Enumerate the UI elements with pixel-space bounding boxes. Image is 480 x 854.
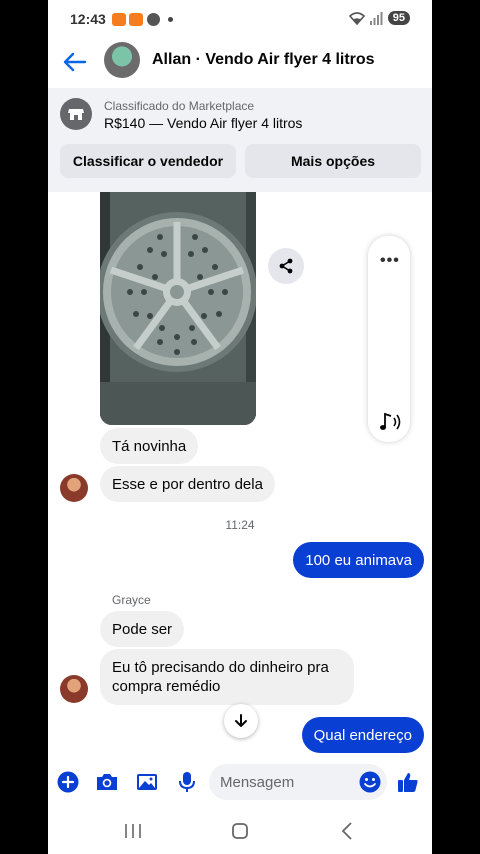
conversation-header: Allan · Vendo Air flyer 4 litros <box>48 38 432 86</box>
back-arrow-icon[interactable] <box>62 50 88 74</box>
image-icon[interactable] <box>135 770 159 794</box>
message-bubble-incoming[interactable]: Pode ser <box>100 611 185 647</box>
message-bubble-incoming[interactable]: Esse e por dentro dela <box>100 466 275 502</box>
message-composer <box>48 758 432 806</box>
emoji-icon[interactable] <box>358 770 382 794</box>
notification-app-icon <box>112 13 126 26</box>
phone-screen: 12:43 95 Allan · Vendo Air flyer 4 litro… <box>48 0 432 854</box>
system-navigation-bar <box>48 806 432 854</box>
share-button[interactable] <box>268 248 304 284</box>
status-time: 12:43 <box>70 11 106 27</box>
listing-title: R$140 — Vendo Air flyer 4 litros <box>104 115 303 131</box>
marketplace-store-icon <box>60 98 92 130</box>
scroll-to-bottom-button[interactable] <box>224 704 258 738</box>
message-bubble-incoming[interactable]: Tá novinha <box>100 428 199 464</box>
more-icon[interactable]: ••• <box>380 252 400 270</box>
status-right: 95 <box>348 11 410 25</box>
arrow-down-icon <box>235 714 247 727</box>
message-bubble-incoming[interactable]: Eu tô precisando do dinheiro pra compra … <box>100 649 354 705</box>
share-icon <box>279 258 293 274</box>
marketplace-listing-card[interactable]: Classificado do Marketplace R$140 — Vend… <box>48 88 432 192</box>
sender-avatar[interactable] <box>60 675 88 703</box>
marketplace-subtitle: Classificado do Marketplace <box>104 99 255 113</box>
audio-icon[interactable] <box>376 411 402 433</box>
home-icon[interactable] <box>228 820 252 842</box>
sender-avatar[interactable] <box>60 474 88 502</box>
camera-icon[interactable] <box>95 770 119 794</box>
message-timestamp: 11:24 <box>225 518 255 532</box>
plus-icon[interactable] <box>56 770 80 794</box>
like-icon[interactable] <box>396 770 420 794</box>
mic-icon[interactable] <box>175 770 199 794</box>
message-bubble-outgoing[interactable]: 100 eu animava <box>293 542 424 578</box>
media-actions-panel: ••• <box>368 236 410 442</box>
messenger-notification-icon <box>147 13 160 26</box>
conversation-title[interactable]: Allan · Vendo Air flyer 4 litros <box>152 51 375 69</box>
contact-avatar[interactable] <box>104 42 140 78</box>
wifi-icon <box>348 11 365 25</box>
notification-dot <box>168 17 173 22</box>
notification-app-icon-2 <box>129 13 143 26</box>
recent-apps-icon[interactable] <box>121 820 145 842</box>
sender-name: Grayce <box>112 593 151 607</box>
shared-photo[interactable] <box>100 192 256 425</box>
status-bar: 12:43 95 <box>48 0 432 38</box>
signal-icon <box>369 11 383 25</box>
battery-indicator: 95 <box>387 11 410 25</box>
rate-seller-button[interactable]: Classificar o vendedor <box>60 144 236 178</box>
message-list[interactable]: ••• Tá novinha Esse e por dentro dela 11… <box>48 192 432 753</box>
more-options-button[interactable]: Mais opções <box>245 144 421 178</box>
back-icon[interactable] <box>336 820 360 842</box>
message-bubble-outgoing[interactable]: Qual endereço <box>301 717 424 753</box>
